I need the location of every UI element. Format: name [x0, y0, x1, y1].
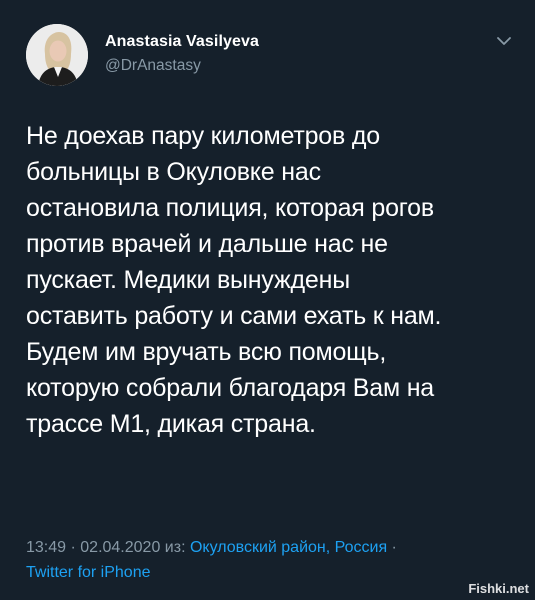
location-link[interactable]: Окуловский район, Россия: [190, 539, 387, 556]
tweet-meta: 13:49 · 02.04.2020 из: Окуловский район,…: [26, 539, 397, 557]
meta-separator-trailing: ·: [387, 539, 397, 556]
from-label: из:: [160, 539, 190, 556]
watermark: Fishki.net: [468, 581, 529, 596]
chevron-down-icon[interactable]: [494, 34, 514, 48]
tweet-text: Не доехав пару километров до больницы в …: [26, 122, 442, 438]
author-handle[interactable]: @DrAnastasy: [105, 57, 201, 75]
tweet-date[interactable]: 02.04.2020: [80, 539, 160, 556]
meta-separator: ·: [66, 539, 81, 556]
avatar[interactable]: [26, 24, 88, 86]
source-link[interactable]: Twitter for iPhone: [26, 564, 151, 582]
tweet-card: Anastasia Vasilyeva @DrAnastasy Не доеха…: [0, 0, 535, 600]
tweet-time[interactable]: 13:49: [26, 539, 66, 556]
author-name[interactable]: Anastasia Vasilyeva: [105, 33, 259, 51]
